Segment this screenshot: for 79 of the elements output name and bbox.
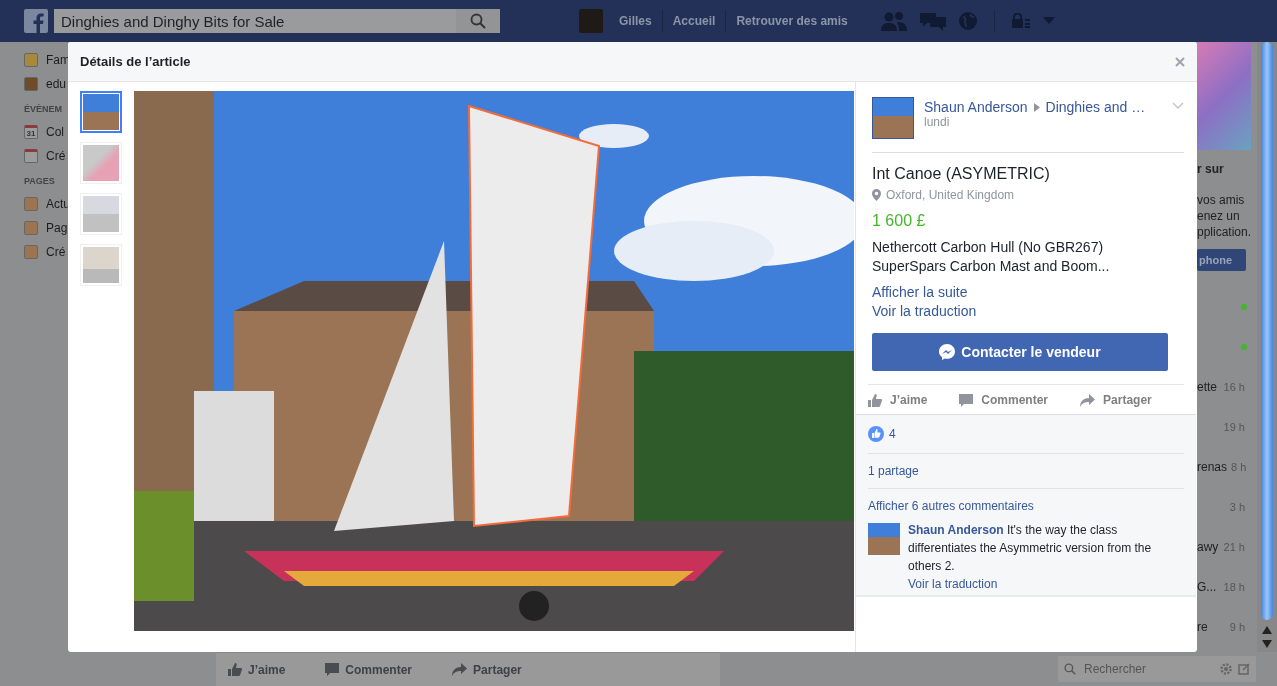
listing-price: 1 600 £: [872, 212, 927, 230]
triangle-icon: [1033, 102, 1040, 112]
contact-name[interactable]: ette: [1197, 380, 1217, 394]
scroll-down-icon[interactable]: [1262, 640, 1272, 648]
comment-text: Shaun Anderson It's the way the class differentiates the Asymmetric version from the others 2.: [908, 522, 1153, 575]
promo-button[interactable]: phone: [1197, 249, 1246, 271]
share-count-link[interactable]: 1 partage: [868, 454, 1184, 488]
globe-icon[interactable]: [957, 11, 978, 31]
calendar-icon: 31: [24, 125, 38, 139]
search-icon: [470, 13, 486, 29]
description-line: Nethercott Carbon Hull (No GBR267): [872, 238, 1105, 257]
like-count[interactable]: 4: [889, 427, 896, 441]
caret-icon[interactable]: [1042, 17, 1055, 25]
location-pin-icon: [872, 189, 881, 201]
like-reaction-icon: [868, 426, 884, 442]
share-arrow-icon: [452, 663, 468, 676]
friends-icon[interactable]: [879, 11, 908, 31]
more-comments-link[interactable]: Afficher 6 autres commentaires: [868, 489, 1184, 523]
comment-author-link[interactable]: Shaun Anderson: [908, 523, 1004, 537]
messenger-icon: [939, 344, 956, 360]
sidebar-item[interactable]: Cré: [46, 149, 66, 163]
contact-name[interactable]: awy: [1197, 540, 1219, 554]
nav-link[interactable]: Retrouver des amis: [726, 14, 858, 28]
translate-link[interactable]: Voir la traduction: [908, 577, 998, 591]
speech-bubble-icon: [959, 393, 974, 407]
share-action[interactable]: Partager: [452, 662, 522, 677]
thumbs-up-icon: [868, 393, 882, 407]
commenter-avatar[interactable]: [868, 523, 900, 555]
section-heading: ÉVÈNEM: [24, 104, 63, 116]
contact-name[interactable]: re: [1197, 620, 1208, 634]
nav-link[interactable]: Gilles: [609, 14, 662, 28]
last-active-time: 8 h: [1231, 461, 1247, 473]
comment-action[interactable]: Commenter: [325, 662, 413, 677]
scrollbar[interactable]: [1257, 42, 1277, 652]
seller-name-link[interactable]: Shaun Anderson: [924, 99, 1028, 115]
promo-text: enez un: [1197, 208, 1241, 224]
promo-text: vos amis: [1197, 192, 1246, 208]
sidebar-item[interactable]: edu: [46, 77, 67, 91]
search-icon: [1064, 663, 1076, 675]
dialog-title: Détails de l’article: [80, 54, 191, 69]
chat-search-field[interactable]: Rechercher: [1082, 661, 1214, 677]
text-link[interactable]: Afficher la suite: [872, 283, 968, 302]
share-action[interactable]: Partager: [1080, 393, 1152, 407]
listing-location: Oxford, United Kingdom: [886, 188, 1015, 202]
post-time: lundi: [924, 115, 951, 129]
description-line: SuperSpars Carbon Mast and Boom...: [872, 257, 1111, 276]
sidebar-item[interactable]: Cré: [46, 245, 66, 259]
compose-icon[interactable]: [1238, 663, 1250, 675]
contact-seller-button[interactable]: Contacter le vendeur: [872, 333, 1168, 371]
contact-name[interactable]: G...: [1197, 580, 1217, 594]
listing-title: Int Canoe (ASYMETRIC): [872, 165, 1051, 183]
share-arrow-icon: [1080, 393, 1096, 407]
search-button[interactable]: [456, 9, 500, 33]
text-link[interactable]: Voir la traduction: [872, 302, 977, 321]
promo-text: pplication.: [1197, 224, 1253, 240]
nav-link[interactable]: Accueil: [662, 14, 726, 28]
lock-menu-icon[interactable]: [1010, 13, 1031, 29]
scroll-up-icon[interactable]: [1262, 626, 1272, 634]
like-action[interactable]: J’aime: [228, 662, 286, 677]
group-link[interactable]: Dinghies and …: [1045, 99, 1146, 115]
thumbs-up-icon: [228, 663, 242, 676]
contact-name[interactable]: renas: [1197, 460, 1228, 474]
avatar-icon[interactable]: [579, 9, 603, 33]
like-action[interactable]: J’aime: [868, 393, 928, 407]
chevron-icon[interactable]: [1172, 102, 1184, 110]
seller-avatar[interactable]: [872, 97, 914, 139]
settings-icon[interactable]: [1220, 663, 1232, 675]
photo-thumbnail[interactable]: [80, 91, 122, 133]
comment-action[interactable]: Commenter: [959, 393, 1049, 407]
sidebar-item[interactable]: Pag: [46, 221, 68, 235]
logo-icon[interactable]: [24, 9, 48, 33]
chat-search-bar[interactable]: Rechercher: [1058, 656, 1256, 682]
speech-bubble-icon: [325, 663, 340, 676]
calendar-add-icon: [24, 149, 38, 163]
close-icon[interactable]: [1175, 56, 1185, 67]
messages-icon[interactable]: [919, 11, 946, 31]
sidebar-item[interactable]: Col: [46, 125, 64, 139]
section-heading: PAGES: [24, 176, 56, 188]
promo-title: r sur: [1197, 162, 1225, 176]
